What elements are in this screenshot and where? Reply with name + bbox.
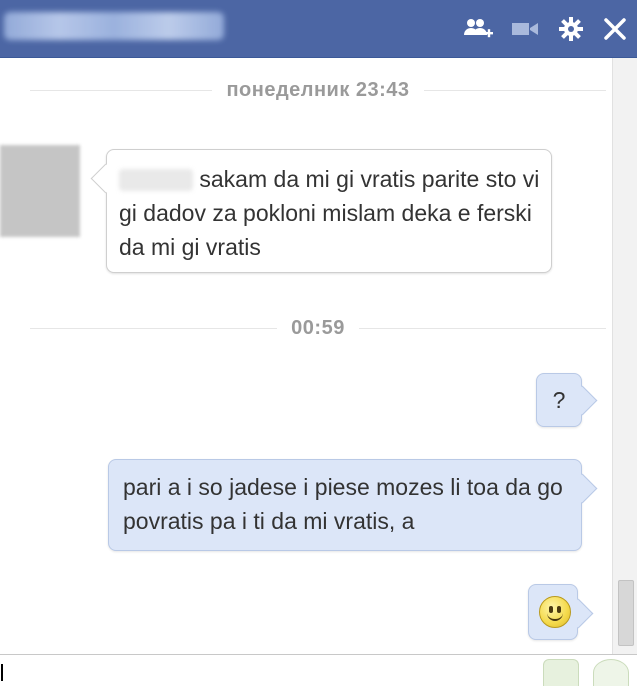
titlebar-actions: [463, 0, 627, 57]
scrollbar[interactable]: [612, 58, 637, 654]
message-bubble-incoming: sakam da mi gi vratis parite sto vi gi d…: [90, 149, 552, 273]
message-text: pari a i so jadese i piese mozes li toa …: [123, 474, 563, 534]
chat-titlebar: [0, 0, 637, 58]
emoticon-picker-icon[interactable]: [593, 659, 629, 686]
message-bubble-outgoing: [528, 584, 594, 640]
timestamp-divider: понеделник 23:43: [30, 78, 606, 101]
settings-gear-icon[interactable]: [557, 15, 585, 43]
message-input[interactable]: [0, 654, 637, 686]
scrollbar-thumb[interactable]: [618, 580, 634, 646]
close-icon[interactable]: [603, 17, 627, 41]
smiley-icon: [539, 596, 571, 628]
add-friend-icon[interactable]: [463, 16, 493, 42]
message-list[interactable]: понеделник 23:43 sakam da mi gi vratis p…: [0, 58, 612, 654]
message-bubble-outgoing: ?: [536, 373, 598, 427]
timestamp-label: понеделник 23:43: [226, 78, 410, 101]
contact-name-blurred[interactable]: [4, 12, 224, 40]
message-bubble-outgoing: pari a i so jadese i piese mozes li toa …: [108, 459, 598, 551]
sender-name-blurred: [119, 169, 193, 191]
timestamp-label: 00:59: [291, 316, 345, 339]
video-call-icon[interactable]: [511, 19, 539, 39]
text-caret: [1, 664, 3, 681]
input-actions: [543, 659, 629, 686]
timestamp-divider: 00:59: [30, 316, 606, 339]
message-text: ?: [552, 387, 566, 413]
attach-photo-icon[interactable]: [543, 659, 579, 686]
avatar[interactable]: [0, 145, 80, 237]
